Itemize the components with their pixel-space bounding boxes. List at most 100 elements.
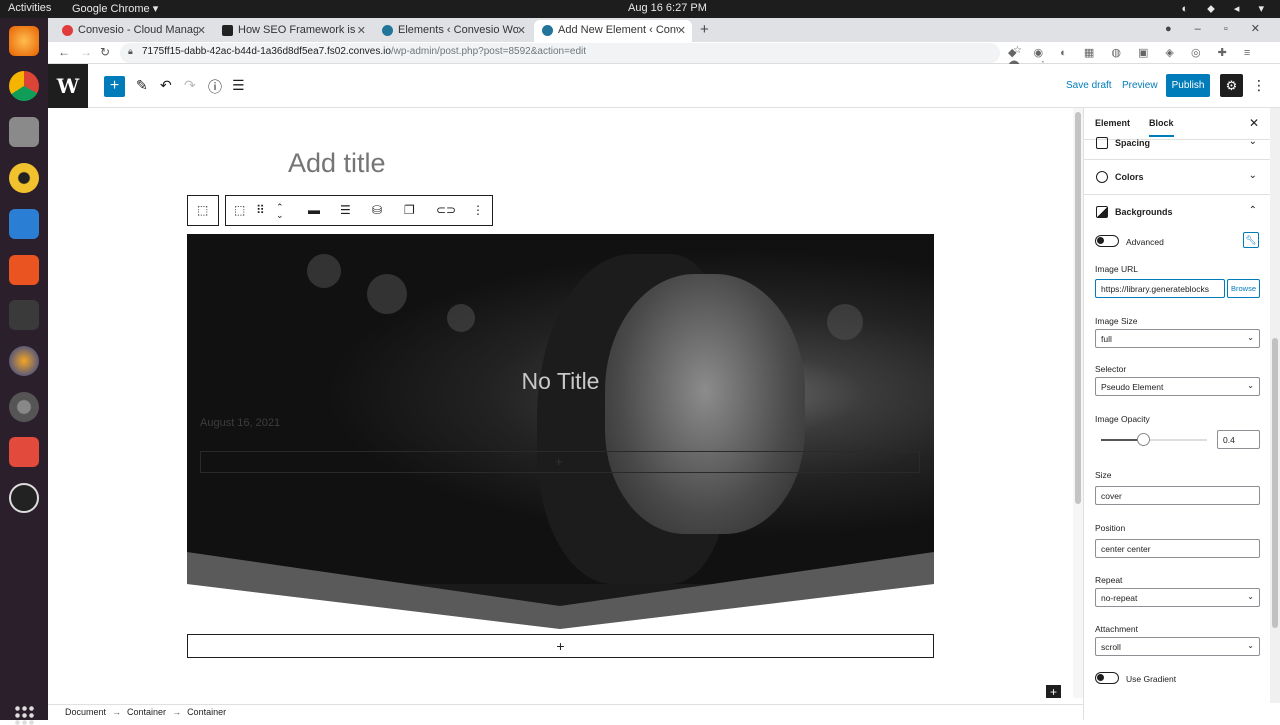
list-view-icon[interactable]: ☰ (232, 77, 245, 94)
anydesk-icon[interactable] (9, 437, 39, 467)
editor-scrollbar[interactable] (1073, 108, 1083, 698)
slider-handle[interactable] (1137, 433, 1151, 446)
image-url-label: Image URL (1095, 264, 1138, 274)
tab-element[interactable]: Element (1095, 118, 1130, 128)
link-icon[interactable]: ⊂⊃ (436, 203, 456, 217)
panel-spacing[interactable]: Spacing ⌄ (1084, 132, 1271, 160)
writer-icon[interactable] (9, 209, 39, 239)
address-bar[interactable]: 🔒︎ 7175ff15-dabb-42ac-b44d-1a36d8df5ea7.… (120, 43, 1022, 63)
colors-icon (1096, 171, 1108, 183)
add-block-inline-icon[interactable]: + (1046, 685, 1061, 698)
files-icon[interactable] (9, 117, 39, 147)
image-opacity-slider[interactable] (1101, 433, 1207, 446)
reload-icon[interactable]: ↻ (100, 45, 110, 59)
close-tab-icon[interactable]: ✕ (517, 24, 526, 37)
browse-button[interactable]: Browse (1227, 279, 1260, 298)
system-tray-icons[interactable]: ◐ ⬥ ◂ ▾ (1181, 2, 1272, 16)
image-size-select[interactable]: full ⌄ (1095, 329, 1260, 348)
show-applications-icon[interactable] (14, 705, 34, 725)
tab-favicon-icon (542, 25, 553, 36)
browser-tab-active[interactable]: Add New Element ‹ Conve ✕ (534, 20, 692, 42)
lock-icon[interactable]: 🔒︎ (128, 46, 133, 57)
add-block-appender[interactable]: + (187, 634, 934, 658)
firefox-icon[interactable] (9, 26, 39, 56)
align-wide-icon[interactable]: ▬ (308, 203, 320, 217)
breadcrumb-item[interactable]: Container (187, 707, 226, 717)
clock[interactable]: Aug 16 6:27 PM (628, 2, 707, 14)
tab-favicon-icon (222, 25, 233, 36)
chrome-icon[interactable] (9, 71, 39, 101)
repeat-label: Repeat (1095, 575, 1123, 585)
use-gradient-toggle[interactable] (1095, 672, 1119, 684)
scrollbar-thumb[interactable] (1075, 112, 1081, 504)
drag-handle-icon[interactable]: ⠿ (256, 203, 265, 217)
image-url-input[interactable]: https://library.generateblocks (1095, 279, 1225, 298)
close-tab-icon[interactable]: ✕ (677, 24, 686, 37)
move-up-down-icon[interactable]: ⌃ ⌄ (276, 203, 284, 220)
chevron-up-icon: ⌃ (1248, 205, 1257, 216)
container-block[interactable]: No Title August 16, 2021 + (187, 234, 934, 629)
text-align-icon[interactable]: ☰ (340, 203, 351, 217)
app-menu[interactable]: Google Chrome ▾ (72, 2, 158, 15)
terminal-icon[interactable] (9, 300, 39, 330)
wordpress-logo-icon[interactable]: W (48, 64, 88, 108)
attachment-label: Attachment (1095, 624, 1138, 634)
breadcrumb: Document → Container → Container (48, 704, 1083, 720)
size-input[interactable]: cover (1095, 486, 1260, 505)
image-size-label: Image Size (1095, 316, 1138, 326)
use-gradient-label: Use Gradient (1126, 674, 1177, 684)
more-options-icon[interactable]: ⋮ (1252, 77, 1266, 94)
window-controls[interactable]: ● – ▫ ✕ (1165, 22, 1270, 35)
post-title-input[interactable]: Add title (288, 148, 386, 179)
block-type-icon[interactable]: ⬚ (234, 203, 245, 217)
block-options-icon[interactable]: ⋮ (472, 203, 484, 217)
browser-tab[interactable]: How SEO Framework is b ✕ (214, 20, 372, 42)
navigation-bar: ← → ↻ 🔒︎ 7175ff15-dabb-42ac-b44d-1a36d8d… (48, 42, 1280, 72)
close-tab-icon[interactable]: ✕ (357, 24, 366, 37)
editor-canvas: Add title ⬚ ⬚ ⠿ ⌃ ⌄ ▬ ☰ ⛁ ❐ ⊂⊃ ⋮ No Title… (48, 108, 1073, 698)
scrollbar-thumb[interactable] (1272, 338, 1278, 628)
image-opacity-input[interactable]: 0.4 (1217, 430, 1260, 449)
activities-button[interactable]: Activities (8, 2, 51, 14)
obs-icon[interactable] (9, 483, 39, 513)
shape-divider (187, 552, 934, 629)
rhythmbox-icon[interactable] (9, 163, 39, 193)
preview-button[interactable]: Preview (1122, 80, 1158, 91)
tab-strip: Convesio - Cloud Manager ✕ How SEO Frame… (48, 18, 1280, 42)
undo-icon[interactable]: ↶ (160, 77, 172, 94)
chevron-down-icon: ⌄ (1247, 381, 1254, 390)
sidebar-scrollbar[interactable] (1270, 108, 1280, 703)
advanced-toggle[interactable] (1095, 235, 1119, 247)
database-icon[interactable]: ⛁ (372, 203, 382, 217)
back-icon[interactable]: ← (58, 45, 70, 59)
close-tab-icon[interactable]: ✕ (197, 24, 206, 37)
save-draft-button[interactable]: Save draft (1066, 80, 1112, 91)
panel-colors[interactable]: Colors ⌄ (1084, 160, 1271, 195)
forward-icon[interactable]: → (80, 45, 92, 59)
software-center-icon[interactable] (9, 255, 39, 285)
browser-tab[interactable]: Convesio - Cloud Manager ✕ (54, 20, 212, 42)
repeat-select[interactable]: no-repeat ⌄ (1095, 588, 1260, 607)
panel-backgrounds[interactable]: Backgrounds ⌃ (1084, 195, 1271, 230)
browser-tab[interactable]: Elements ‹ Convesio Word ✕ (374, 20, 532, 42)
settings-icon[interactable] (9, 392, 39, 422)
dock (0, 18, 48, 725)
redo-icon[interactable]: ↷ (184, 77, 196, 94)
wrench-icon[interactable]: 🔧︎ (1243, 232, 1259, 248)
tools-pencil-icon[interactable]: ✎ (136, 77, 148, 94)
add-block-button[interactable]: + (104, 76, 125, 97)
breadcrumb-item[interactable]: Document (65, 707, 106, 717)
audacity-icon[interactable] (9, 346, 39, 376)
select-parent-icon[interactable]: ⬚ (197, 203, 208, 217)
attachment-select[interactable]: scroll ⌄ (1095, 637, 1260, 656)
position-input[interactable]: center center (1095, 539, 1260, 558)
new-tab-button[interactable]: + (700, 21, 709, 38)
details-info-icon[interactable]: ⓘ (208, 77, 222, 97)
selector-select[interactable]: Pseudo Element ⌄ (1095, 377, 1260, 396)
settings-gear-icon[interactable]: ⚙ (1220, 74, 1243, 97)
close-sidebar-icon[interactable]: ✕ (1249, 116, 1259, 130)
duplicate-icon[interactable]: ❐ (404, 203, 415, 217)
selector-label: Selector (1095, 364, 1127, 374)
breadcrumb-item[interactable]: Container (127, 707, 166, 717)
publish-button[interactable]: Publish (1166, 74, 1210, 97)
